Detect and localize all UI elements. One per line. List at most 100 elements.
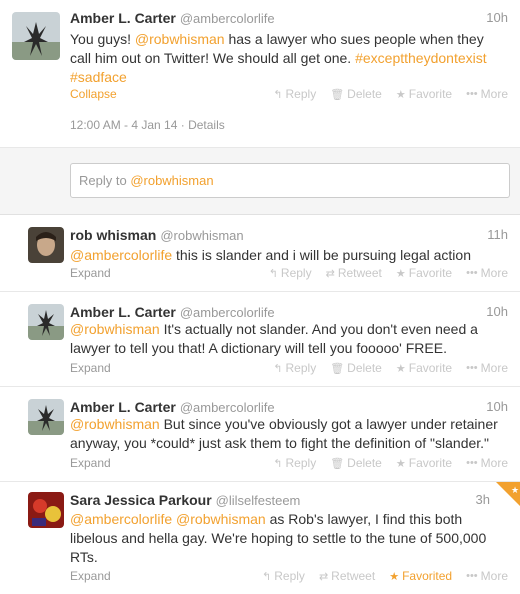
expand-link[interactable]: Expand (70, 569, 111, 583)
tweet-1[interactable]: Amber L. Carter @ambercolorlife 10h You g… (0, 0, 520, 147)
reply-area: Reply to @robwhisman (0, 147, 520, 215)
delete-label: Delete (347, 456, 382, 470)
ellipsis-icon: ••• (466, 457, 478, 469)
tweet-time[interactable]: 11h (487, 227, 508, 242)
tweet-actions: ↰ Reply 🗑︎ Delete ★ Favorite ••• More (273, 87, 508, 101)
reply-input[interactable]: Reply to @robwhisman (70, 163, 510, 198)
avatar[interactable] (28, 227, 64, 263)
reply-icon: ↰ (273, 362, 283, 375)
trash-icon: 🗑︎ (330, 88, 345, 101)
expand-link[interactable]: Expand (70, 456, 111, 470)
tweet-text: @ambercolorlife this is slander and i wi… (70, 246, 508, 265)
retweet-icon: ⇄ (318, 570, 329, 583)
delete-label: Delete (347, 87, 382, 101)
hashtag-link[interactable]: #excepttheydontexist (355, 50, 487, 66)
avatar-image (28, 304, 64, 340)
tweet-text: @ambercolorlife @robwhisman as Rob's law… (70, 510, 508, 567)
author-handle[interactable]: @ambercolorlife (180, 400, 275, 415)
tweet-timestamp[interactable]: 12:00 AM - 4 Jan 14 · Details (70, 118, 225, 132)
mention-link[interactable]: @ambercolorlife (70, 511, 172, 527)
delete-button[interactable]: 🗑︎ Delete (330, 456, 382, 470)
more-button[interactable]: ••• More (466, 361, 508, 375)
more-label: More (480, 456, 508, 470)
reply-icon: ↰ (273, 457, 283, 470)
retweet-label: Retweet (331, 569, 376, 583)
mention-link[interactable]: @robwhisman (70, 321, 160, 337)
tweet-actions: ↰ Reply 🗑︎ Delete ★ Favorite ••• More (273, 361, 508, 375)
avatar[interactable] (28, 492, 64, 528)
reply-label: Reply (274, 569, 305, 583)
more-label: More (480, 361, 508, 375)
reply-label: Reply (280, 266, 312, 280)
favorite-button[interactable]: ★ Favorite (396, 266, 452, 280)
tweet-5[interactable]: ★ Sara Jessica Parkour @lilselfesteem 3h … (0, 482, 520, 594)
tweet-4[interactable]: Amber L. Carter @ambercolorlife 10h @robw… (0, 387, 520, 482)
avatar[interactable] (12, 12, 60, 60)
more-button[interactable]: ••• More (466, 456, 508, 470)
star-icon: ★ (395, 362, 406, 375)
more-button[interactable]: ••• More (466, 266, 508, 280)
author-handle[interactable]: @ambercolorlife (180, 11, 275, 26)
ellipsis-icon: ••• (466, 362, 478, 374)
author-name[interactable]: Amber L. Carter (70, 10, 176, 26)
star-icon: ★ (395, 88, 406, 101)
tweet-text: You guys! @robwhisman has a lawyer who s… (70, 30, 508, 87)
avatar-image (28, 227, 64, 263)
favorite-button[interactable]: ★ Favorite (396, 87, 452, 101)
favorite-button[interactable]: ★ Favorite (396, 456, 452, 470)
more-button[interactable]: ••• More (466, 87, 508, 101)
tweet-text: @robwhisman It's actually not slander. A… (70, 320, 508, 358)
tweet-2[interactable]: rob whisman @robwhisman 11h @ambercolorli… (0, 215, 520, 292)
reply-icon: ↰ (262, 570, 272, 583)
favorite-label: Favorite (408, 87, 453, 101)
author-name[interactable]: Amber L. Carter (70, 399, 176, 415)
retweet-button[interactable]: ⇄ Retweet (319, 569, 375, 583)
mention-link[interactable]: @ambercolorlife (70, 247, 172, 263)
avatar-image (28, 492, 64, 528)
mention-link[interactable]: @robwhisman (135, 31, 225, 47)
author-name[interactable]: Sara Jessica Parkour (70, 492, 212, 508)
avatar[interactable] (28, 304, 64, 340)
author-handle[interactable]: @lilselfesteem (216, 493, 301, 508)
more-button[interactable]: ••• More (466, 569, 508, 583)
expand-link[interactable]: Expand (70, 266, 111, 280)
trash-icon: 🗑︎ (330, 362, 345, 375)
author-handle[interactable]: @ambercolorlife (180, 305, 275, 320)
reply-button[interactable]: ↰ Reply (269, 266, 312, 280)
author-name[interactable]: Amber L. Carter (70, 304, 176, 320)
tweet-footer: Collapse ↰ Reply 🗑︎ Delete ★ Favorite ••• Mo… (70, 87, 508, 103)
collapse-link[interactable]: Collapse (70, 87, 117, 101)
tweet-footer: Expand ↰ Reply ⇄ Retweet ★ Favorite ••• More (70, 266, 508, 282)
delete-button[interactable]: 🗑︎ Delete (330, 87, 382, 101)
hashtag-link[interactable]: #sadface (70, 69, 127, 85)
trash-icon: 🗑︎ (330, 457, 345, 470)
delete-button[interactable]: 🗑︎ Delete (330, 361, 382, 375)
reply-button[interactable]: ↰ Reply (262, 569, 305, 583)
star-icon: ★ (395, 457, 406, 470)
star-icon: ★ (395, 267, 406, 280)
tweet-time[interactable]: 10h (486, 399, 508, 414)
reply-icon: ↰ (273, 88, 283, 101)
reply-icon: ↰ (268, 267, 278, 280)
author-name[interactable]: rob whisman (70, 227, 156, 243)
favorite-button[interactable]: ★ Favorite (396, 361, 452, 375)
more-label: More (480, 569, 508, 583)
reply-button[interactable]: ↰ Reply (273, 87, 316, 101)
tweet-time[interactable]: 3h (476, 492, 490, 507)
mention-link[interactable]: @robwhisman (176, 511, 266, 527)
more-label: More (480, 266, 508, 280)
avatar[interactable] (28, 399, 64, 435)
mention-link[interactable]: @robwhisman (70, 416, 160, 432)
retweet-label: Retweet (337, 266, 382, 280)
avatar-image (12, 12, 60, 60)
retweet-button[interactable]: ⇄ Retweet (326, 266, 382, 280)
reply-button[interactable]: ↰ Reply (273, 456, 316, 470)
expand-link[interactable]: Expand (70, 361, 111, 375)
favorited-button[interactable]: ★ Favorited (389, 569, 452, 583)
author-handle[interactable]: @robwhisman (160, 228, 243, 243)
reply-label: Reply (285, 456, 317, 470)
tweet-3[interactable]: Amber L. Carter @ambercolorlife 10h @robw… (0, 292, 520, 387)
tweet-time[interactable]: 10h (486, 304, 508, 319)
reply-button[interactable]: ↰ Reply (273, 361, 316, 375)
tweet-time[interactable]: 10h (486, 10, 508, 25)
